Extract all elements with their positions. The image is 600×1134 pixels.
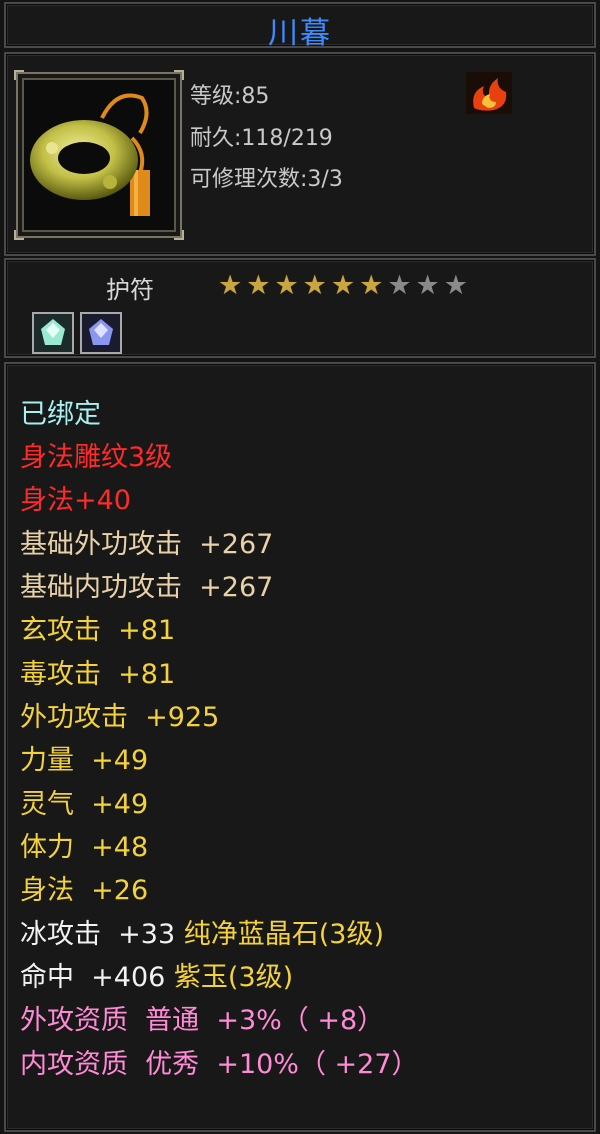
external-quality: 外攻资质 普通 +3%（ +8） [20, 1005, 385, 1036]
item-attributes-panel: 已绑定 身法雕纹3级 身法+40 基础外功攻击 +267 基础内功攻击 +267… [4, 362, 596, 1132]
hit-gem-name: 紫玉(3级) [173, 962, 294, 993]
ice-gem-name: 纯净蓝晶石(3级) [183, 919, 384, 950]
ice-attack: 冰攻击 +33 [20, 919, 176, 950]
item-durability: 耐久:118/219 [190, 126, 333, 151]
item-info-panel: 等级:85 耐久:118/219 可修理次数:3/3 [4, 52, 596, 256]
poison-attack: 毒攻击 +81 [20, 659, 176, 690]
green-gem-icon[interactable] [32, 312, 74, 354]
mystic-attack: 玄攻击 +81 [20, 615, 176, 646]
item-name: 川暮 [268, 16, 332, 51]
star-icon-empty: ★ [387, 270, 412, 301]
strength-stat: 力量 +49 [20, 745, 149, 776]
internal-quality: 内攻资质 优秀 +10%（ +27） [20, 1049, 419, 1080]
jade-ring-amulet-icon [30, 93, 150, 216]
fire-icon [466, 72, 512, 114]
item-grade-panel: 护符 ★ ★ ★ ★ ★ ★ ★ ★ ★ [4, 258, 596, 358]
stamina-stat: 体力 +48 [20, 832, 149, 863]
item-title-bar: 川暮 [4, 2, 596, 51]
base-external-attack: 基础外功攻击 +267 [20, 529, 274, 560]
bound-status: 已绑定 [20, 399, 101, 430]
star-rating: ★ ★ ★ ★ ★ ★ ★ ★ ★ [218, 272, 468, 300]
hit-stat: 命中 +406 [20, 962, 166, 993]
item-type-label: 护符 [106, 276, 154, 304]
agility-stat: 身法 +26 [20, 875, 149, 906]
star-icon-filled: ★ [274, 270, 299, 301]
item-icon-frame [14, 70, 184, 240]
engrave-name: 身法雕纹3级 [20, 442, 173, 473]
engrave-bonus: 身法+40 [20, 485, 131, 516]
ice-attack-row: 冰攻击 +33 纯净蓝晶石(3级) [20, 912, 384, 951]
item-level: 等级:85 [190, 84, 270, 109]
star-icon-empty: ★ [443, 270, 468, 301]
star-icon-filled: ★ [302, 270, 327, 301]
base-internal-attack: 基础内功攻击 +267 [20, 572, 274, 603]
external-attack: 外功攻击 +925 [20, 702, 220, 733]
star-icon-empty: ★ [415, 270, 440, 301]
spirit-stat: 灵气 +49 [20, 789, 149, 820]
hit-row: 命中 +406 紫玉(3级) [20, 955, 293, 994]
blue-gem-icon[interactable] [80, 312, 122, 354]
star-icon-filled: ★ [330, 270, 356, 301]
star-icon-filled: ★ [246, 270, 271, 301]
star-icon-filled: ★ [359, 270, 384, 301]
star-icon-filled: ★ [218, 270, 243, 301]
item-repair-count: 可修理次数:3/3 [190, 167, 343, 192]
